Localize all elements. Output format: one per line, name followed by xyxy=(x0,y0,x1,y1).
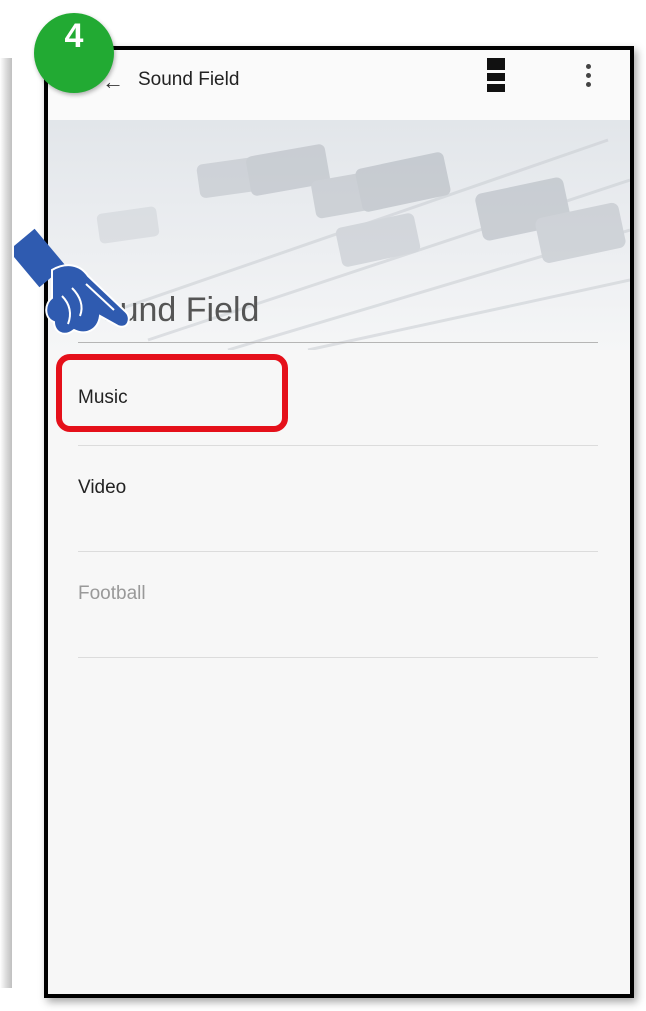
list-divider xyxy=(78,657,598,658)
header-divider xyxy=(78,342,598,343)
list-item-video[interactable]: Video xyxy=(78,446,598,552)
list-item-label: Video xyxy=(78,477,127,498)
app-bar-title: Sound Field xyxy=(138,69,240,90)
hamburger-icon[interactable] xyxy=(487,58,505,94)
pointing-hand-icon xyxy=(14,228,130,335)
more-vertical-icon[interactable] xyxy=(584,64,592,90)
step-badge: 4 xyxy=(34,13,114,93)
list-item-label: Football xyxy=(78,583,146,604)
adjacent-screen-edge xyxy=(0,58,12,988)
app-bar: ← Sound Field xyxy=(48,50,630,120)
phone-screen: ← Sound Field Sound Field Music Video Fo… xyxy=(44,46,634,998)
list-item-football: Football xyxy=(78,552,598,658)
highlight-box xyxy=(56,354,288,432)
